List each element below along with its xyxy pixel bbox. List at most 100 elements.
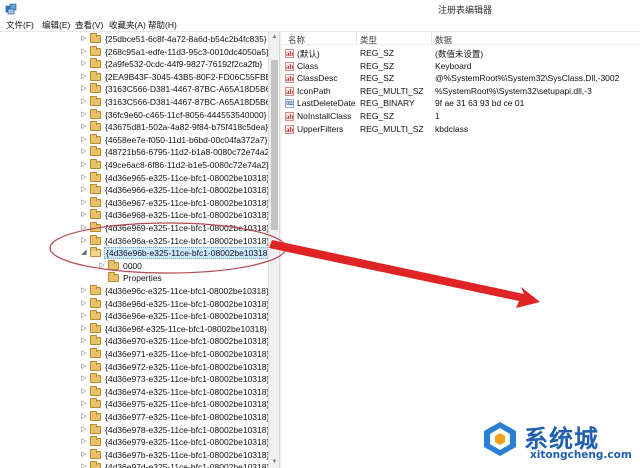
expand-arrow-icon[interactable]: ▷ [80, 84, 88, 93]
menu-bar: 文件(F) 编辑(E) 查看(V) 收藏夹(A) 帮助(H) [0, 18, 640, 32]
column-data-header[interactable]: 数据 [435, 34, 452, 46]
tree-item[interactable]: ▷ {4d36e966-e325-11ce-bfc1-08002be10318} [0, 184, 269, 197]
folder-icon [90, 360, 101, 371]
tree-item-label: {36fc9e60-c465-11cf-8056-444553540000} [105, 109, 267, 120]
tree-item[interactable]: ▷ {4d36e97d-e325-11ce-bfc1-08002be10318} [0, 461, 269, 468]
menu-help[interactable]: 帮助(H) [148, 19, 177, 31]
expand-arrow-icon[interactable]: ▷ [80, 236, 88, 245]
expand-arrow-icon[interactable]: ▷ [80, 160, 88, 169]
column-type-header[interactable]: 类型 [360, 34, 377, 46]
expand-arrow-icon[interactable]: ▷ [80, 387, 88, 396]
value-row[interactable]: 011 LastDeleteDate REG_BINARY 9f ae 31 63 9… [282, 97, 640, 110]
tree-child-item[interactable]: ▷ 0000 [0, 259, 268, 273]
tree-item[interactable]: ▷ {268c95a1-edfe-11d3-95c3-0010dc4050a5} [0, 45, 269, 59]
tree-item[interactable]: ▷ {4d36e96f-e325-11ce-bfc1-08002be10318} [0, 322, 268, 336]
tree-scrollbar[interactable]: ▲ ▼ [268, 32, 279, 468]
value-row[interactable]: ab (默认) REG_SZ (数值未设置) [282, 47, 640, 60]
expand-arrow-icon[interactable]: ▷ [80, 362, 88, 371]
expand-arrow-icon[interactable]: ▷ [80, 97, 88, 106]
tree-item[interactable]: ▷ {25dbce51-6c8f-4a72-8a6d-b54c2b4fc835} [0, 33, 268, 46]
value-data: 1 [435, 111, 440, 121]
tree-item[interactable]: ▷ {4d36e968-e325-11ce-bfc1-08002be10318} [0, 209, 269, 222]
value-row[interactable]: ab NoInstallClass REG_SZ 1 [282, 110, 640, 123]
tree-item[interactable]: ▷ {4d36e979-e325-11ce-bfc1-08002be10318} [0, 436, 270, 449]
expand-arrow-icon[interactable]: ▷ [80, 311, 88, 320]
expand-arrow-icon[interactable]: ▷ [80, 185, 88, 194]
expand-arrow-icon[interactable]: ▷ [80, 173, 88, 182]
expand-arrow-icon[interactable]: ▷ [80, 324, 88, 333]
expand-arrow-icon[interactable]: ▷ [80, 462, 88, 468]
expand-arrow-icon[interactable]: ▷ [80, 34, 88, 43]
column-divider[interactable] [356, 32, 357, 45]
expand-arrow-icon[interactable]: ▷ [80, 110, 88, 119]
tree-item[interactable]: ▷ {4d36e969-e325-11ce-bfc1-08002be10318} [0, 222, 269, 235]
tree-item-label: {2EA9B43F-3045-43B5-80F2-FD06C55FBB90} [105, 71, 279, 82]
menu-file[interactable]: 文件(F) [6, 19, 34, 31]
tree-child-item[interactable]: Properties [0, 272, 268, 285]
expand-arrow-icon[interactable]: ▷ [80, 135, 88, 144]
tree-item[interactable]: ▷ {4d36e97b-e325-11ce-bfc1-08002be10318} [0, 448, 269, 462]
tree-item[interactable]: ▷ {4658ee7e-f050-11d1-b6bd-00c04fa372a7} [0, 133, 268, 147]
expand-arrow-icon[interactable]: ▷ [98, 261, 106, 270]
tree-item[interactable]: ▷ {4d36e978-e325-11ce-bfc1-08002be10318} [0, 423, 269, 437]
column-name-header[interactable]: 名称 [288, 34, 305, 46]
expand-arrow-icon[interactable]: ▷ [80, 147, 88, 156]
expand-arrow-icon[interactable]: ▷ [80, 349, 88, 358]
expand-arrow-icon[interactable]: ▷ [80, 425, 88, 434]
expand-arrow-icon[interactable]: ▷ [80, 198, 88, 207]
tree-item[interactable]: ▷ {4d36e967-e325-11ce-bfc1-08002be10318} [0, 196, 269, 210]
collapse-arrow-icon[interactable]: ◢ [80, 248, 88, 257]
tree-item-selected[interactable]: ◢ {4d36e96b-e325-11ce-bfc1-08002be10318} [0, 247, 273, 260]
expand-arrow-icon[interactable]: ▷ [80, 72, 88, 81]
tree-item[interactable]: ▷ {4d36e971-e325-11ce-bfc1-08002be10318} [0, 348, 269, 361]
folder-icon [90, 398, 101, 409]
expand-arrow-icon[interactable]: ▷ [80, 122, 88, 131]
value-row[interactable]: ab UpperFilters REG_MULTI_SZ kbdclass [282, 123, 640, 136]
tree-item[interactable]: ▷ {3163C566-D381-4467-87BC-A65A18D5B649} [0, 96, 279, 109]
expand-arrow-icon[interactable]: ▷ [80, 47, 88, 56]
value-row[interactable]: ab IconPath REG_MULTI_SZ %SystemRoot%\Syste… [282, 85, 640, 98]
value-row[interactable]: ab ClassDesc REG_SZ @%SystemRoot%\System32\… [282, 72, 640, 85]
tree-item[interactable]: ▷ {36fc9e60-c465-11cf-8056-444553540000} [0, 108, 268, 122]
expand-arrow-icon[interactable]: ▷ [80, 210, 88, 219]
tree-item[interactable]: ▷ {4d36e96a-e325-11ce-bfc1-08002be10318} [0, 234, 269, 248]
tree-item[interactable]: ▷ {4d36e96c-e325-11ce-bfc1-08002be10318} [0, 285, 269, 298]
tree-item[interactable]: ▷ {4d36e974-e325-11ce-bfc1-08002be10318} [0, 385, 269, 399]
tree-item-label: {4d36e979-e325-11ce-bfc1-08002be10318} [105, 437, 270, 448]
tree-item[interactable]: ▷ {43675d81-502a-4a82-9f84-b75f418c5dea} [0, 121, 268, 134]
column-divider[interactable] [431, 32, 432, 45]
scroll-thumb[interactable] [271, 60, 278, 230]
tree-item[interactable]: ▷ {2a9fe532-0cdc-44f9-9827-76192f2ca2fb} [0, 58, 268, 71]
tree-item[interactable]: ▷ {3163C566-D381-4467-87BC-A65A18D5B648} [0, 83, 279, 96]
expand-arrow-icon[interactable]: ▷ [80, 336, 88, 345]
tree-item[interactable]: ▷ {4d36e972-e325-11ce-bfc1-08002be10318} [0, 360, 269, 374]
expand-arrow-icon[interactable]: ▷ [80, 399, 88, 408]
tree-item[interactable]: ▷ {4d36e96e-e325-11ce-bfc1-08002be10318} [0, 310, 269, 323]
tree-item[interactable]: ▷ {4d36e965-e325-11ce-bfc1-08002be10318} [0, 171, 269, 185]
key-tree: ▷ {25dbce51-6c8f-4a72-8a6d-b54c2b4fc835} ▷… [0, 32, 279, 468]
expand-arrow-icon[interactable]: ▷ [80, 450, 88, 459]
tree-item[interactable]: ▷ {4d36e970-e325-11ce-bfc1-08002be10318} [0, 335, 269, 348]
watermark-url: xitongcheng.com [530, 449, 632, 461]
expand-arrow-icon[interactable]: ▷ [80, 59, 88, 68]
tree-item[interactable]: ▷ {4d36e977-e325-11ce-bfc1-08002be10318} [0, 411, 269, 424]
value-data: @%SystemRoot%\System32\SysClass.Dll,-300… [435, 73, 620, 84]
menu-view[interactable]: 查看(V) [75, 19, 103, 31]
tree-item[interactable]: ▷ {2EA9B43F-3045-43B5-80F2-FD06C55FBB90} [0, 70, 279, 84]
tree-item[interactable]: ▷ {48721b56-6795-11d2-b1a8-0080c72e74a2} [0, 146, 272, 159]
expand-arrow-icon[interactable]: ▷ [80, 412, 88, 421]
expand-arrow-icon[interactable]: ▷ [80, 299, 88, 308]
tree-item[interactable]: ▷ {4d36e96d-e325-11ce-bfc1-08002be10318} [0, 297, 269, 311]
expand-arrow-icon[interactable]: ▷ [80, 286, 88, 295]
menu-favorites[interactable]: 收藏夹(A) [109, 19, 146, 31]
tree-item[interactable]: ▷ {4d36e975-e325-11ce-bfc1-08002be10318} [0, 398, 269, 411]
folder-icon [108, 259, 119, 270]
tree-item[interactable]: ▷ {49ce6ac8-6f86-11d2-b1e5-0080c72e74a2} [0, 159, 269, 172]
expand-arrow-icon[interactable]: ▷ [80, 437, 88, 446]
tree-item[interactable]: ▷ {4d36e973-e325-11ce-bfc1-08002be10318} [0, 373, 269, 386]
folder-icon [90, 247, 101, 258]
value-row[interactable]: ab Class REG_SZ Keyboard [282, 60, 640, 73]
expand-arrow-icon[interactable]: ▷ [80, 374, 88, 383]
menu-edit[interactable]: 编辑(E) [42, 19, 70, 31]
expand-arrow-icon[interactable]: ▷ [80, 223, 88, 232]
